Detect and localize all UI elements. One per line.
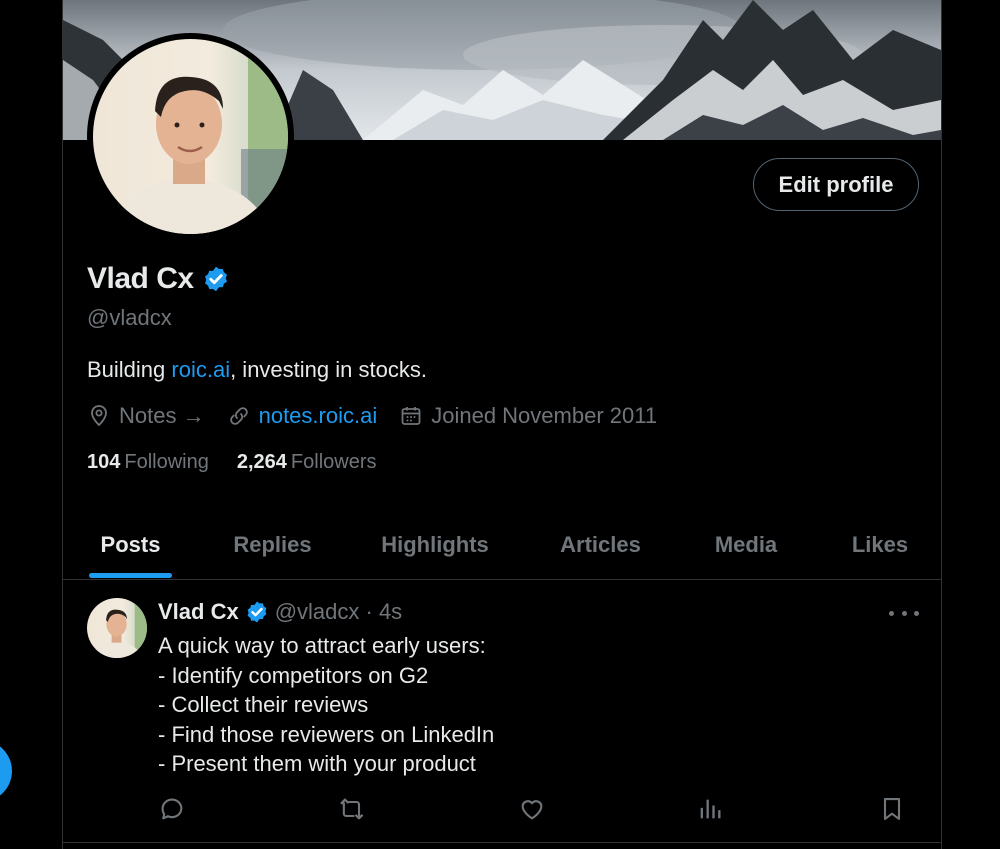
following-label: Following (124, 451, 209, 473)
calendar-icon (401, 407, 421, 425)
reply-icon[interactable] (158, 795, 186, 823)
profile-website[interactable]: notes.roic.ai (227, 403, 378, 429)
tab-media[interactable]: Media (706, 510, 786, 580)
bookmark-icon[interactable] (878, 795, 906, 823)
bio-link[interactable]: roic.ai (171, 357, 230, 382)
tab-likes[interactable]: Likes (845, 510, 915, 580)
post-author-avatar[interactable] (87, 598, 147, 658)
tab-replies[interactable]: Replies (225, 510, 320, 580)
post-handle-time[interactable]: @vladcx · 4s (275, 599, 402, 625)
location-pin-icon (91, 405, 107, 427)
active-tab-indicator (89, 573, 172, 578)
post-author-name[interactable]: Vlad Cx (158, 599, 239, 625)
followers-stat[interactable]: 2,264 Followers (237, 451, 377, 474)
post-line: - Find those reviewers on LinkedIn (158, 721, 495, 747)
compose-fab-button[interactable] (0, 740, 12, 802)
analytics-icon[interactable] (696, 795, 724, 823)
tab-articles[interactable]: Articles (553, 510, 648, 580)
followers-label: Followers (290, 451, 377, 473)
joined-text: Joined November 2011 (431, 403, 658, 428)
repost-icon[interactable] (338, 795, 366, 823)
profile-name: Vlad Cx (87, 262, 194, 295)
profile-bio: Building roic.ai, investing in stocks. (87, 357, 427, 383)
post-line: A quick way to attract early users: (158, 633, 486, 658)
location-text: Notes → (119, 403, 205, 428)
profile-joined: Joined November 2011 (399, 403, 657, 429)
post-line: - Present them with your product (158, 751, 476, 776)
profile-meta: Notes → notes.roic.ai Joined November 20… (87, 403, 679, 429)
following-stat[interactable]: 104 Following (87, 451, 209, 474)
profile-name-row: Vlad Cx (87, 262, 230, 296)
profile-stats: 104 Following 2,264 Followers (87, 451, 405, 474)
profile-avatar[interactable] (87, 33, 294, 240)
profile-column: Edit profile Vlad Cx @vladcx Building ro… (62, 0, 942, 849)
heart-icon[interactable] (518, 795, 546, 823)
more-dots-icon[interactable] (889, 603, 919, 623)
avatar-photo (93, 39, 288, 234)
person-photo-icon (90, 598, 147, 658)
bio-text: Building (87, 357, 172, 382)
followers-count: 2,264 (236, 451, 287, 473)
post-line: - Identify competitors on G2 (158, 662, 429, 688)
profile-tabs: Posts Replies Highlights Articles Media … (63, 510, 941, 580)
post-actions (158, 795, 918, 825)
post-item[interactable]: Vlad Cx @vladcx · 4s A quick way to attr… (63, 581, 941, 843)
person-photo-icon (104, 39, 288, 234)
profile-handle: @vladcx (87, 305, 172, 330)
edit-profile-button[interactable]: Edit profile (753, 158, 919, 211)
post-text: A quick way to attract early users: - Id… (158, 631, 494, 779)
verified-badge-icon[interactable] (202, 265, 230, 293)
website-link[interactable]: notes.roic.ai (259, 403, 378, 429)
tab-posts[interactable]: Posts (89, 510, 172, 580)
profile-location: Notes → (87, 403, 205, 429)
tab-highlights[interactable]: Highlights (375, 510, 495, 580)
verified-badge-icon[interactable] (245, 600, 269, 624)
link-icon (229, 407, 248, 425)
bio-text-end: , investing in stocks. (230, 357, 427, 382)
following-count: 104 (87, 451, 121, 473)
post-header: Vlad Cx @vladcx · 4s (158, 599, 402, 625)
post-line: - Collect their reviews (158, 692, 369, 717)
